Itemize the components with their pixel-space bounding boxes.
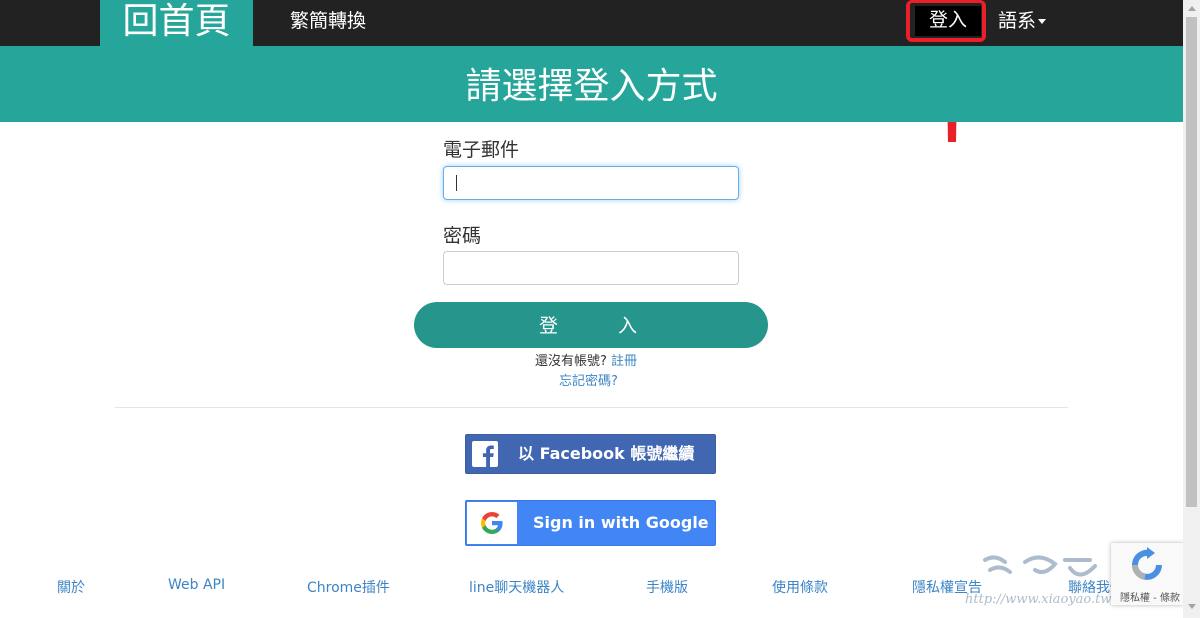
convert-link[interactable]: 繁簡轉換 bbox=[290, 0, 366, 46]
email-label: 電子郵件 bbox=[443, 139, 520, 161]
scrollbar-thumb[interactable] bbox=[1186, 17, 1197, 507]
register-prompt: 還沒有帳號? 註冊 bbox=[535, 350, 637, 369]
scrollbar[interactable] bbox=[1183, 0, 1200, 618]
recaptcha-icon bbox=[1132, 547, 1162, 580]
home-link[interactable]: 回首頁 bbox=[100, 0, 253, 46]
recaptcha-terms[interactable]: 隱私權 - 條款 bbox=[1120, 589, 1180, 604]
password-field[interactable] bbox=[443, 251, 739, 285]
forgot-password-link[interactable]: 忘記密碼? bbox=[559, 370, 618, 389]
footer-link-chrome[interactable]: Chrome插件 bbox=[307, 577, 390, 597]
facebook-icon bbox=[472, 441, 498, 467]
email-field[interactable] bbox=[443, 166, 739, 200]
footer-link-webapi[interactable]: Web API bbox=[168, 577, 225, 593]
password-label: 密碼 bbox=[443, 225, 482, 247]
caret-down-icon bbox=[1038, 19, 1047, 24]
google-button-label: Sign in with Google bbox=[533, 513, 709, 532]
footer-link-line-bot[interactable]: line聊天機器人 bbox=[469, 577, 564, 597]
page-title: 請選擇登入方式 bbox=[0, 46, 1183, 122]
register-link[interactable]: 註冊 bbox=[611, 354, 637, 369]
footer-link-about[interactable]: 關於 bbox=[57, 577, 85, 597]
watermark: http://www.xiaoyao.tw/ bbox=[965, 552, 1120, 612]
no-account-text: 還沒有帳號? bbox=[535, 354, 607, 369]
google-signin-button[interactable]: Sign in with Google bbox=[465, 500, 716, 546]
language-label: 語系 bbox=[998, 10, 1037, 32]
footer-link-terms[interactable]: 使用條款 bbox=[772, 577, 828, 597]
scroll-up-icon[interactable] bbox=[1188, 6, 1196, 11]
watermark-logo-icon bbox=[983, 555, 1097, 577]
facebook-login-button[interactable]: 以 Facebook 帳號繼續 bbox=[465, 434, 716, 474]
google-icon bbox=[467, 502, 517, 544]
facebook-button-label: 以 Facebook 帳號繼續 bbox=[518, 444, 695, 463]
top-navbar: 回首頁 繁簡轉換 登入 語系 bbox=[0, 0, 1183, 46]
language-dropdown[interactable]: 語系 bbox=[998, 0, 1047, 46]
watermark-url: http://www.xiaoyao.tw/ bbox=[965, 592, 1116, 607]
login-button[interactable]: 登入 bbox=[414, 302, 768, 348]
footer-link-mobile[interactable]: 手機版 bbox=[646, 577, 688, 597]
text-cursor bbox=[456, 175, 457, 191]
scroll-down-icon[interactable] bbox=[1188, 604, 1196, 609]
divider bbox=[115, 407, 1068, 408]
highlight-annotation bbox=[906, 0, 986, 42]
